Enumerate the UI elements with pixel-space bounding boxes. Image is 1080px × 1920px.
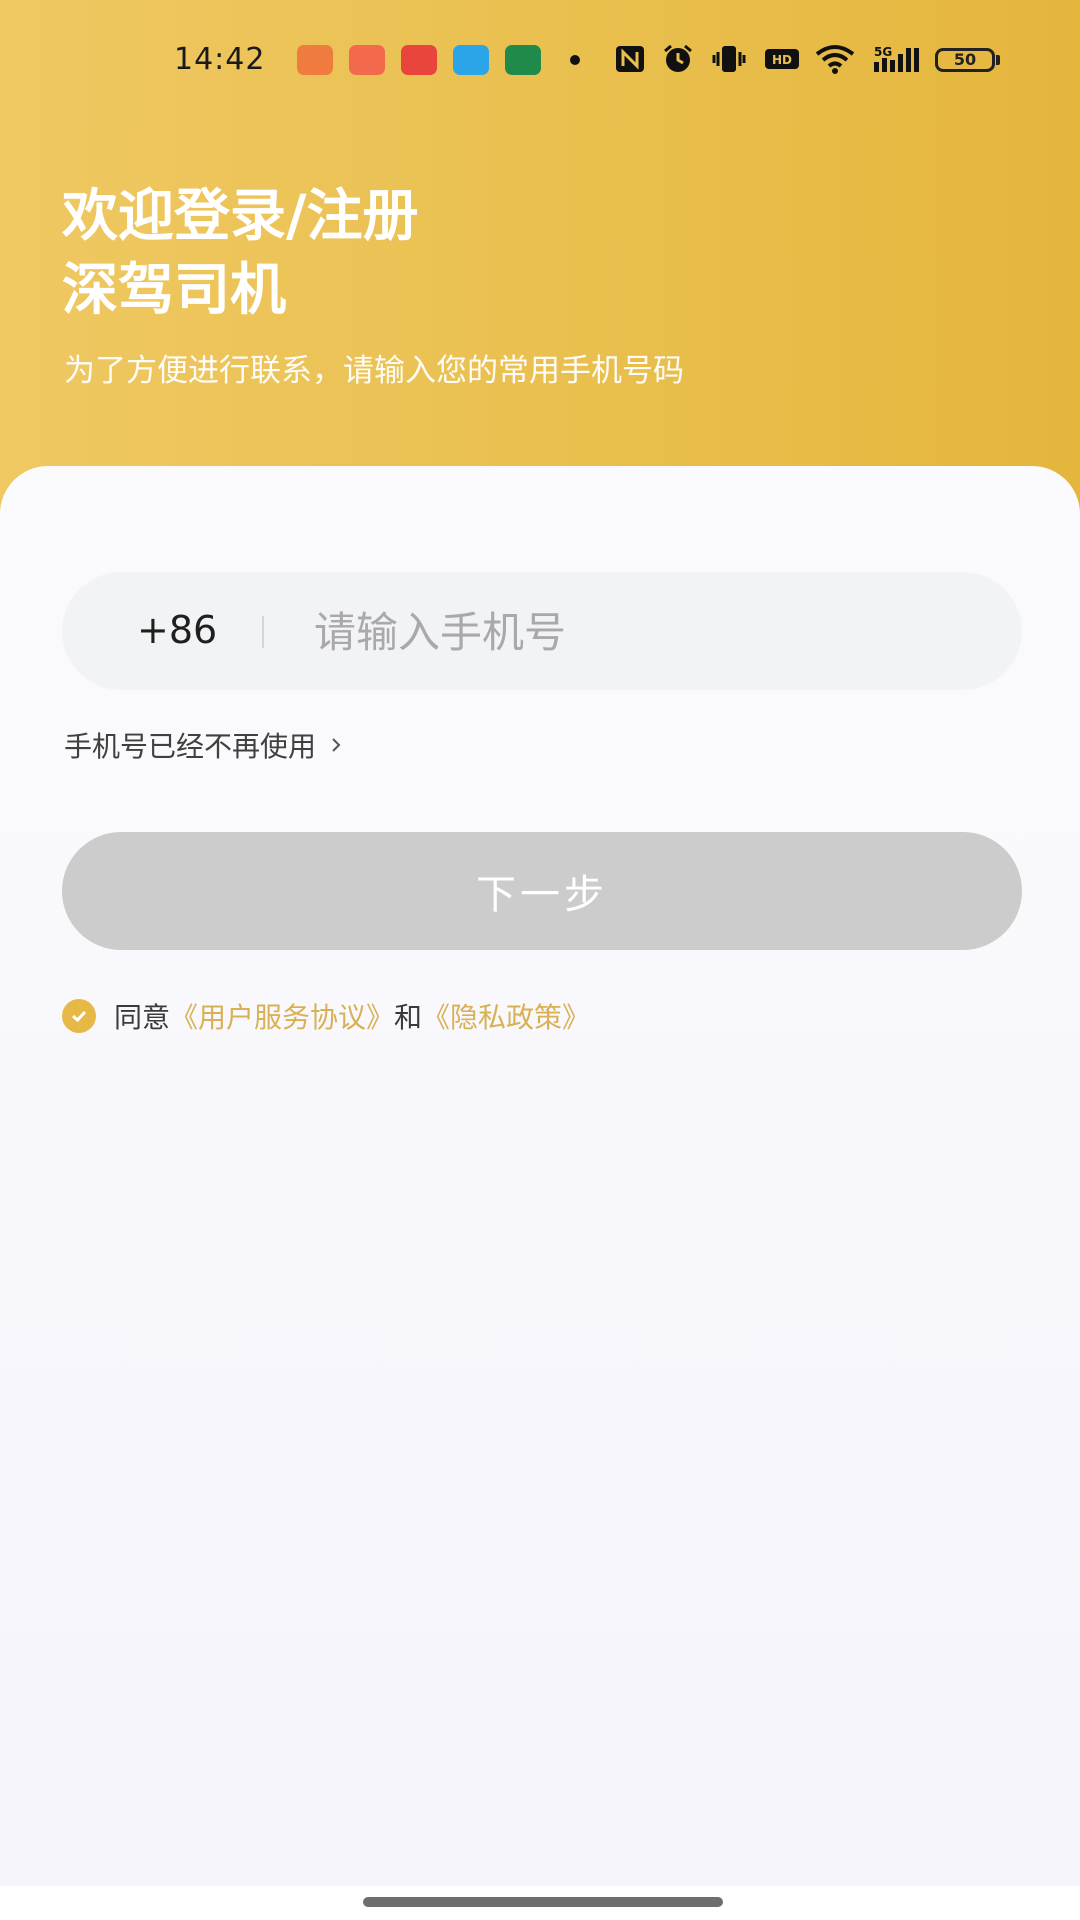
user-agreement-link[interactable]: 《用户服务协议》	[170, 996, 394, 1036]
status-bar: 14:42 HD 5G 50	[0, 0, 1080, 120]
alarm-icon	[664, 44, 692, 72]
notification-app-icon	[349, 45, 385, 75]
svg-text:5G: 5G	[874, 45, 892, 59]
agreement-row: 同意 《用户服务协议》 和 《隐私政策》	[62, 996, 590, 1036]
signal-5g-icon: 5G	[874, 45, 919, 72]
battery-icon: 50	[935, 48, 995, 72]
phone-field: +86	[62, 572, 1022, 690]
nfc-icon	[616, 46, 644, 72]
notification-app-icon	[401, 45, 437, 75]
privacy-policy-link[interactable]: 《隐私政策》	[422, 996, 590, 1036]
svg-text:HD: HD	[772, 53, 792, 67]
more-notifications-dot	[570, 55, 580, 65]
next-step-button[interactable]: 下一步	[62, 832, 1022, 950]
login-screen: 14:42 HD 5G 50 欢迎登录/注册 深驾司机 为了方便进行联系，请输入…	[0, 0, 1080, 1920]
battery-tip	[996, 55, 1000, 65]
home-indicator[interactable]	[363, 1897, 723, 1907]
page-title: 欢迎登录/注册 深驾司机	[62, 180, 418, 328]
wifi-icon	[815, 45, 855, 74]
hd-icon: HD	[765, 49, 799, 69]
chevron-right-icon	[332, 738, 341, 752]
page-subtitle: 为了方便进行联系，请输入您的常用手机号码	[64, 353, 684, 389]
phone-no-longer-used-link[interactable]: 手机号已经不再使用	[64, 725, 344, 765]
vibrate-icon	[712, 46, 746, 72]
field-divider	[262, 616, 264, 648]
notification-app-icon	[453, 45, 489, 75]
phone-input[interactable]	[312, 596, 996, 668]
phone-no-longer-used-label: 手机号已经不再使用	[64, 730, 317, 763]
page-title-line1: 欢迎登录/注册	[62, 184, 419, 249]
agreement-prefix: 同意	[114, 1001, 171, 1034]
checkmark-icon	[72, 1010, 87, 1023]
notification-app-icon	[505, 45, 541, 75]
agree-checkbox[interactable]	[62, 999, 96, 1033]
country-code-selector[interactable]: +86	[137, 608, 217, 652]
status-time: 14:42	[174, 42, 266, 77]
agreement-and: 和	[394, 1001, 423, 1034]
page-title-line2: 深驾司机	[62, 258, 286, 323]
notification-app-icon	[297, 45, 333, 75]
